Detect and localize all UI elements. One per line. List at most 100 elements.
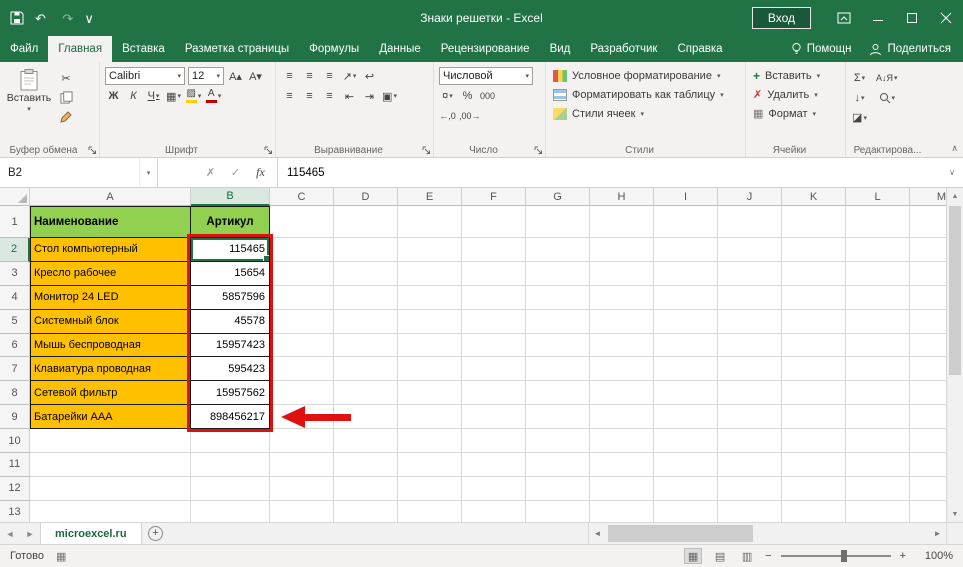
- decrease-indent-button[interactable]: ⇤: [341, 88, 358, 105]
- cell-I6[interactable]: [654, 334, 718, 358]
- expand-formula-bar-button[interactable]: ∨: [941, 158, 963, 187]
- cell-F12[interactable]: [462, 477, 526, 501]
- cell-K4[interactable]: [782, 286, 846, 310]
- row-header-11[interactable]: 11: [0, 453, 30, 477]
- cell-L10[interactable]: [846, 429, 910, 453]
- column-header-A[interactable]: A: [30, 188, 191, 206]
- format-painter-button[interactable]: [56, 108, 76, 124]
- cell-G12[interactable]: [526, 477, 590, 501]
- horizontal-scrollbar[interactable]: ◄ ►: [588, 523, 946, 544]
- cell-G10[interactable]: [526, 429, 590, 453]
- row-header-8[interactable]: 8: [0, 381, 30, 405]
- cell-A3[interactable]: Кресло рабочее: [30, 262, 191, 286]
- share-button[interactable]: Поделиться: [869, 43, 951, 56]
- cell-M13[interactable]: [910, 501, 946, 522]
- insert-function-button[interactable]: fx: [248, 165, 273, 180]
- row-header-10[interactable]: 10: [0, 429, 30, 453]
- close-button[interactable]: [929, 0, 963, 36]
- zoom-slider-thumb[interactable]: [841, 550, 847, 562]
- cell-I10[interactable]: [654, 429, 718, 453]
- cell-E1[interactable]: [398, 206, 462, 238]
- cell-M6[interactable]: [910, 334, 946, 358]
- cell-B10[interactable]: [191, 429, 270, 453]
- cell-L4[interactable]: [846, 286, 910, 310]
- cell-K11[interactable]: [782, 453, 846, 477]
- cell-H12[interactable]: [590, 477, 654, 501]
- fill-button[interactable]: ↓▾: [851, 89, 868, 106]
- row-header-13[interactable]: 13: [0, 501, 30, 522]
- comma-style-button[interactable]: 000: [479, 88, 496, 105]
- cell-K12[interactable]: [782, 477, 846, 501]
- row-header-5[interactable]: 5: [0, 310, 30, 334]
- increase-font-size-button[interactable]: А▴: [227, 68, 244, 85]
- cell-J8[interactable]: [718, 381, 782, 405]
- tab-Главная[interactable]: Главная: [48, 36, 112, 62]
- sign-in-button[interactable]: Вход: [752, 7, 811, 29]
- cell-B4[interactable]: 5857596: [191, 286, 270, 310]
- assistant-button[interactable]: Помощн: [791, 42, 852, 56]
- bold-button[interactable]: Ж: [105, 88, 122, 105]
- scroll-down-button[interactable]: ▼: [947, 506, 963, 522]
- insert-cells-button[interactable]: + Вставить ▾: [751, 66, 840, 85]
- borders-button[interactable]: ▦▾: [165, 88, 182, 105]
- cell-D8[interactable]: [334, 381, 398, 405]
- column-header-D[interactable]: D: [334, 188, 398, 206]
- zoom-out-button[interactable]: −: [765, 550, 771, 562]
- tab-Разработчик[interactable]: Разработчик: [580, 36, 667, 62]
- cut-button[interactable]: ✂: [56, 70, 76, 86]
- clear-button[interactable]: ◪▾: [851, 109, 868, 126]
- collapse-ribbon-button[interactable]: ∧: [951, 143, 958, 154]
- cell-H10[interactable]: [590, 429, 654, 453]
- cell-C9[interactable]: [270, 405, 334, 429]
- delete-cells-button[interactable]: ✗ Удалить ▾: [751, 85, 840, 104]
- cell-J6[interactable]: [718, 334, 782, 358]
- row-header-9[interactable]: 9: [0, 405, 30, 429]
- cell-L8[interactable]: [846, 381, 910, 405]
- cell-B12[interactable]: [191, 477, 270, 501]
- dialog-launcher-icon[interactable]: [422, 146, 431, 155]
- cell-H8[interactable]: [590, 381, 654, 405]
- cell-H6[interactable]: [590, 334, 654, 358]
- cell-F8[interactable]: [462, 381, 526, 405]
- horizontal-scroll-track[interactable]: [606, 523, 929, 544]
- cell-C7[interactable]: [270, 357, 334, 381]
- cell-F9[interactable]: [462, 405, 526, 429]
- cell-G2[interactable]: [526, 238, 590, 262]
- cell-L11[interactable]: [846, 453, 910, 477]
- format-cells-button[interactable]: ▦ Формат ▾: [751, 104, 840, 123]
- cell-C1[interactable]: [270, 206, 334, 238]
- cell-I3[interactable]: [654, 262, 718, 286]
- cell-C5[interactable]: [270, 310, 334, 334]
- cell-F10[interactable]: [462, 429, 526, 453]
- row-header-4[interactable]: 4: [0, 286, 30, 310]
- decrease-font-size-button[interactable]: А▾: [247, 68, 264, 85]
- autosum-button[interactable]: Σ▾: [851, 69, 868, 86]
- cell-B9[interactable]: 898456217: [191, 405, 270, 429]
- cell-J7[interactable]: [718, 357, 782, 381]
- cell-A7[interactable]: Клавиатура проводная: [30, 357, 191, 381]
- cell-I8[interactable]: [654, 381, 718, 405]
- view-page-break-button[interactable]: ▥: [738, 548, 756, 564]
- previous-sheet-button[interactable]: ◄: [0, 523, 20, 544]
- cell-B1[interactable]: Артикул: [191, 206, 270, 238]
- cell-L7[interactable]: [846, 357, 910, 381]
- cell-D12[interactable]: [334, 477, 398, 501]
- cell-C11[interactable]: [270, 453, 334, 477]
- cell-B2[interactable]: 115465: [191, 238, 270, 262]
- macro-record-button[interactable]: ▦: [56, 550, 66, 563]
- italic-button[interactable]: К: [125, 88, 142, 105]
- font-size-combo[interactable]: 12▾: [188, 67, 224, 85]
- cell-G11[interactable]: [526, 453, 590, 477]
- cell-C3[interactable]: [270, 262, 334, 286]
- zoom-in-button[interactable]: +: [900, 550, 906, 562]
- cell-H3[interactable]: [590, 262, 654, 286]
- cell-K7[interactable]: [782, 357, 846, 381]
- cell-C2[interactable]: [270, 238, 334, 262]
- column-header-B[interactable]: B: [191, 188, 270, 206]
- cell-K13[interactable]: [782, 501, 846, 522]
- dialog-launcher-icon[interactable]: [264, 146, 273, 155]
- cell-D10[interactable]: [334, 429, 398, 453]
- copy-button[interactable]: [56, 89, 76, 105]
- cell-B8[interactable]: 15957562: [191, 381, 270, 405]
- column-header-K[interactable]: K: [782, 188, 846, 206]
